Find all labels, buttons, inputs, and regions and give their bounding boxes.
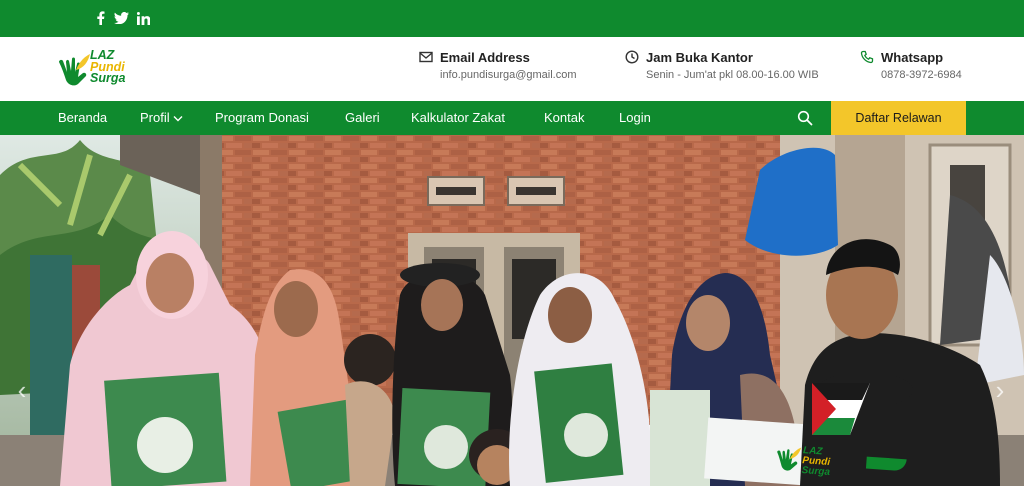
facebook-icon[interactable] (92, 10, 108, 26)
twitter-icon[interactable] (113, 10, 129, 26)
slider-next-arrow[interactable]: › (990, 375, 1010, 405)
nav-item-beranda[interactable]: Beranda (58, 110, 107, 125)
email-value[interactable]: info.pundisurga@gmail.com (440, 69, 577, 81)
nav-item-profil-label: Profil (140, 110, 170, 125)
clock-icon (625, 50, 639, 64)
email-title: Email Address (440, 50, 530, 65)
nav-item-program-donasi[interactable]: Program Donasi (215, 110, 309, 125)
top-social-bar (0, 0, 1024, 37)
nav-item-login[interactable]: Login (619, 110, 651, 125)
banner-line-3: Surga (801, 465, 831, 479)
logo-text: LAZ Pundi Surga (90, 49, 126, 85)
hero-slider: LAZ Pundi Surga ‹ › (0, 135, 1024, 486)
hand-leaf-logo-icon (59, 54, 90, 86)
banner-stripe (865, 456, 907, 472)
envelope-icon (419, 51, 433, 63)
whatsapp-title: Whatsapp (881, 50, 944, 65)
hero-photo (0, 135, 1024, 486)
slider-prev-arrow[interactable]: ‹ (12, 375, 32, 405)
logo-line-3: Surga (90, 71, 126, 85)
nav-item-kontak[interactable]: Kontak (544, 110, 584, 125)
daftar-relawan-button[interactable]: Daftar Relawan (831, 101, 966, 135)
hand-leaf-logo-icon (777, 447, 802, 471)
nav-item-galeri[interactable]: Galeri (345, 110, 380, 125)
nav-item-profil[interactable]: Profil (140, 110, 183, 125)
whatsapp-value[interactable]: 0878-3972-6984 (881, 69, 962, 81)
phone-icon (860, 50, 874, 64)
chevron-down-icon (173, 116, 183, 122)
site-header: LAZ Pundi Surga Email Address info.pundi… (0, 37, 1024, 101)
linkedin-icon[interactable] (135, 10, 151, 26)
office-hours-title: Jam Buka Kantor (646, 50, 753, 65)
nav-item-kalkulator-zakat[interactable]: Kalkulator Zakat (411, 110, 505, 125)
office-hours-value: Senin - Jum'at pkl 08.00-16.00 WIB (646, 69, 819, 81)
search-icon[interactable] (797, 110, 813, 126)
site-logo[interactable]: LAZ Pundi Surga (56, 49, 148, 90)
